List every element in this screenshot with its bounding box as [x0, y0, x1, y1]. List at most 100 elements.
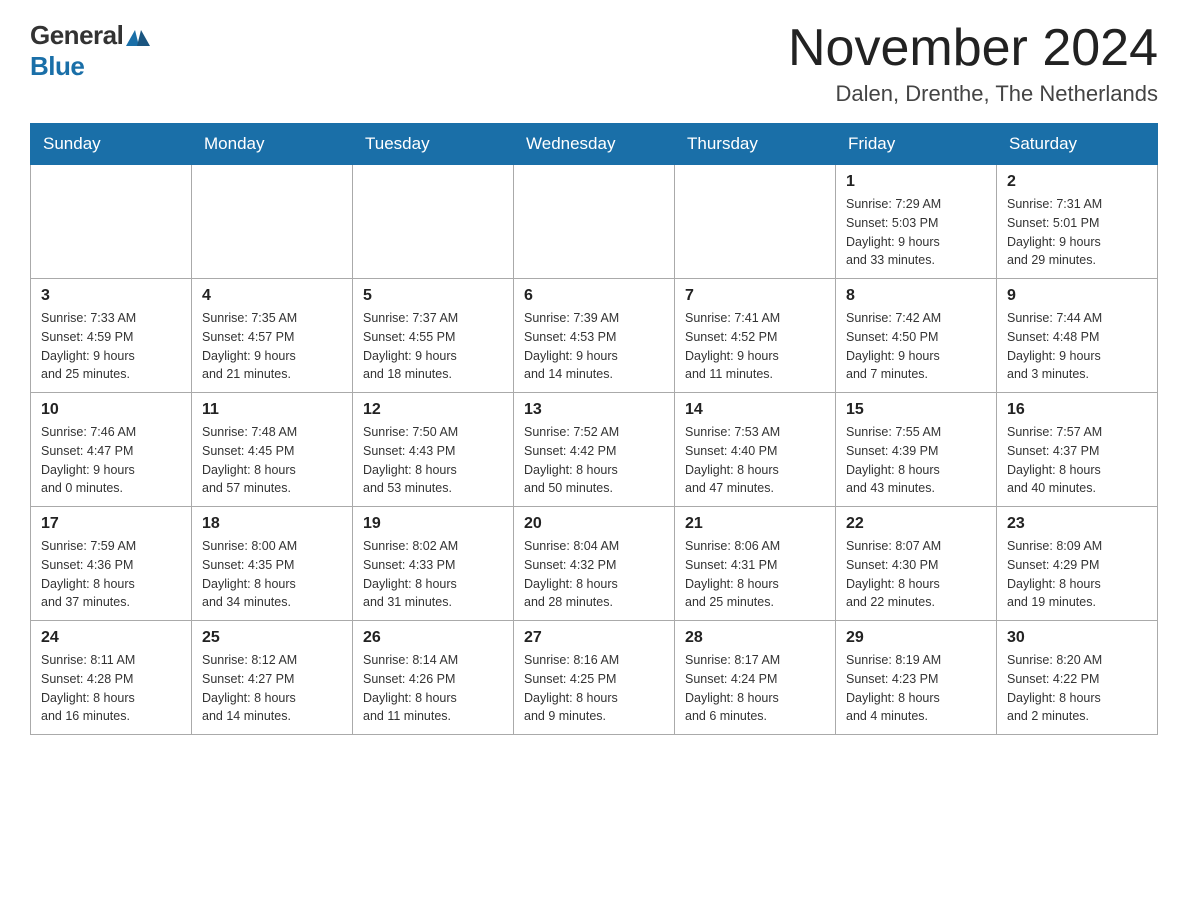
day-info: Sunrise: 7:55 AM Sunset: 4:39 PM Dayligh…: [846, 423, 986, 498]
day-info: Sunrise: 7:59 AM Sunset: 4:36 PM Dayligh…: [41, 537, 181, 612]
calendar-week-row: 17 Sunrise: 7:59 AM Sunset: 4:36 PM Dayli…: [31, 507, 1158, 621]
calendar-day-cell: 6Sunrise: 7:39 AM Sunset: 4:53 PM Daylig…: [514, 279, 675, 393]
day-info: Sunrise: 8:16 AM Sunset: 4:25 PM Dayligh…: [524, 651, 664, 726]
day-info: Sunrise: 7:35 AM Sunset: 4:57 PM Dayligh…: [202, 309, 342, 384]
calendar-day-cell: 8Sunrise: 7:42 AM Sunset: 4:50 PM Daylig…: [836, 279, 997, 393]
calendar-day-header: Saturday: [997, 124, 1158, 165]
calendar-day-cell: 28 Sunrise: 8:17 AM Sunset: 4:24 PM Dayli…: [675, 621, 836, 735]
day-info: Sunrise: 7:50 AM Sunset: 4:43 PM Dayligh…: [363, 423, 503, 498]
calendar-day-cell: 18 Sunrise: 8:00 AM Sunset: 4:35 PM Dayli…: [192, 507, 353, 621]
calendar-day-cell: [31, 165, 192, 279]
day-info: Sunrise: 7:57 AM Sunset: 4:37 PM Dayligh…: [1007, 423, 1147, 498]
calendar-day-cell: 14 Sunrise: 7:53 AM Sunset: 4:40 PM Dayli…: [675, 393, 836, 507]
calendar-day-cell: 3 Sunrise: 7:33 AM Sunset: 4:59 PM Daylig…: [31, 279, 192, 393]
calendar-day-cell: 5 Sunrise: 7:37 AM Sunset: 4:55 PM Daylig…: [353, 279, 514, 393]
day-number: 23: [1007, 515, 1147, 533]
day-number: 17: [41, 515, 181, 533]
day-number: 9: [1007, 287, 1147, 305]
calendar-day-cell: 16 Sunrise: 7:57 AM Sunset: 4:37 PM Dayli…: [997, 393, 1158, 507]
day-info: Sunrise: 8:12 AM Sunset: 4:27 PM Dayligh…: [202, 651, 342, 726]
day-info: Sunrise: 8:14 AM Sunset: 4:26 PM Dayligh…: [363, 651, 503, 726]
day-info: Sunrise: 8:04 AM Sunset: 4:32 PM Dayligh…: [524, 537, 664, 612]
day-number: 25: [202, 629, 342, 647]
calendar-day-cell: 13 Sunrise: 7:52 AM Sunset: 4:42 PM Dayli…: [514, 393, 675, 507]
calendar-day-header: Monday: [192, 124, 353, 165]
day-info: Sunrise: 7:46 AM Sunset: 4:47 PM Dayligh…: [41, 423, 181, 498]
day-number: 14: [685, 401, 825, 419]
calendar-day-cell: [514, 165, 675, 279]
calendar-day-cell: 10Sunrise: 7:46 AM Sunset: 4:47 PM Dayli…: [31, 393, 192, 507]
calendar-day-cell: 15 Sunrise: 7:55 AM Sunset: 4:39 PM Dayli…: [836, 393, 997, 507]
day-info: Sunrise: 7:53 AM Sunset: 4:40 PM Dayligh…: [685, 423, 825, 498]
day-number: 12: [363, 401, 503, 419]
calendar-day-cell: [192, 165, 353, 279]
calendar-day-cell: 23 Sunrise: 8:09 AM Sunset: 4:29 PM Dayli…: [997, 507, 1158, 621]
calendar-day-header: Friday: [836, 124, 997, 165]
calendar-day-cell: 12 Sunrise: 7:50 AM Sunset: 4:43 PM Dayli…: [353, 393, 514, 507]
calendar-day-cell: 19 Sunrise: 8:02 AM Sunset: 4:33 PM Dayli…: [353, 507, 514, 621]
day-number: 22: [846, 515, 986, 533]
calendar-week-row: 24 Sunrise: 8:11 AM Sunset: 4:28 PM Dayli…: [31, 621, 1158, 735]
day-info: Sunrise: 7:37 AM Sunset: 4:55 PM Dayligh…: [363, 309, 503, 384]
day-number: 28: [685, 629, 825, 647]
day-number: 26: [363, 629, 503, 647]
day-number: 27: [524, 629, 664, 647]
calendar-day-cell: 25 Sunrise: 8:12 AM Sunset: 4:27 PM Dayli…: [192, 621, 353, 735]
day-number: 8: [846, 287, 986, 305]
day-info: Sunrise: 7:31 AM Sunset: 5:01 PM Dayligh…: [1007, 195, 1147, 270]
calendar-day-header: Thursday: [675, 124, 836, 165]
day-number: 13: [524, 401, 664, 419]
calendar-day-cell: 17 Sunrise: 7:59 AM Sunset: 4:36 PM Dayli…: [31, 507, 192, 621]
logo: General Blue: [30, 20, 150, 82]
day-number: 1: [846, 173, 986, 191]
day-info: Sunrise: 7:48 AM Sunset: 4:45 PM Dayligh…: [202, 423, 342, 498]
day-info: Sunrise: 8:00 AM Sunset: 4:35 PM Dayligh…: [202, 537, 342, 612]
calendar-week-row: 3 Sunrise: 7:33 AM Sunset: 4:59 PM Daylig…: [31, 279, 1158, 393]
day-info: Sunrise: 7:29 AM Sunset: 5:03 PM Dayligh…: [846, 195, 986, 270]
day-info: Sunrise: 8:09 AM Sunset: 4:29 PM Dayligh…: [1007, 537, 1147, 612]
day-number: 4: [202, 287, 342, 305]
calendar-day-header: Sunday: [31, 124, 192, 165]
day-info: Sunrise: 8:02 AM Sunset: 4:33 PM Dayligh…: [363, 537, 503, 612]
calendar-day-cell: [353, 165, 514, 279]
day-info: Sunrise: 8:17 AM Sunset: 4:24 PM Dayligh…: [685, 651, 825, 726]
calendar-day-cell: 4 Sunrise: 7:35 AM Sunset: 4:57 PM Daylig…: [192, 279, 353, 393]
day-info: Sunrise: 7:52 AM Sunset: 4:42 PM Dayligh…: [524, 423, 664, 498]
location-text: Dalen, Drenthe, The Netherlands: [788, 81, 1158, 107]
day-number: 18: [202, 515, 342, 533]
day-info: Sunrise: 8:19 AM Sunset: 4:23 PM Dayligh…: [846, 651, 986, 726]
day-number: 15: [846, 401, 986, 419]
month-title: November 2024: [788, 20, 1158, 77]
day-number: 16: [1007, 401, 1147, 419]
day-info: Sunrise: 8:07 AM Sunset: 4:30 PM Dayligh…: [846, 537, 986, 612]
day-number: 3: [41, 287, 181, 305]
day-info: Sunrise: 7:33 AM Sunset: 4:59 PM Dayligh…: [41, 309, 181, 384]
day-info: Sunrise: 8:06 AM Sunset: 4:31 PM Dayligh…: [685, 537, 825, 612]
calendar-week-row: 10Sunrise: 7:46 AM Sunset: 4:47 PM Dayli…: [31, 393, 1158, 507]
day-number: 5: [363, 287, 503, 305]
calendar-day-cell: 2Sunrise: 7:31 AM Sunset: 5:01 PM Daylig…: [997, 165, 1158, 279]
logo-blue-text: Blue: [30, 51, 84, 82]
calendar-day-cell: 27 Sunrise: 8:16 AM Sunset: 4:25 PM Dayli…: [514, 621, 675, 735]
day-number: 24: [41, 629, 181, 647]
day-number: 20: [524, 515, 664, 533]
day-number: 21: [685, 515, 825, 533]
calendar-day-cell: 11 Sunrise: 7:48 AM Sunset: 4:45 PM Dayli…: [192, 393, 353, 507]
title-area: November 2024 Dalen, Drenthe, The Nether…: [788, 20, 1158, 107]
calendar-day-cell: 24 Sunrise: 8:11 AM Sunset: 4:28 PM Dayli…: [31, 621, 192, 735]
day-number: 11: [202, 401, 342, 419]
calendar-day-cell: 9 Sunrise: 7:44 AM Sunset: 4:48 PM Daylig…: [997, 279, 1158, 393]
day-number: 29: [846, 629, 986, 647]
day-number: 19: [363, 515, 503, 533]
calendar-week-row: 1 Sunrise: 7:29 AM Sunset: 5:03 PM Daylig…: [31, 165, 1158, 279]
calendar-day-cell: 30Sunrise: 8:20 AM Sunset: 4:22 PM Dayli…: [997, 621, 1158, 735]
day-info: Sunrise: 8:11 AM Sunset: 4:28 PM Dayligh…: [41, 651, 181, 726]
calendar-day-cell: 7 Sunrise: 7:41 AM Sunset: 4:52 PM Daylig…: [675, 279, 836, 393]
calendar-day-cell: 26 Sunrise: 8:14 AM Sunset: 4:26 PM Dayli…: [353, 621, 514, 735]
day-info: Sunrise: 7:39 AM Sunset: 4:53 PM Dayligh…: [524, 309, 664, 384]
calendar-day-cell: 21 Sunrise: 8:06 AM Sunset: 4:31 PM Dayli…: [675, 507, 836, 621]
day-number: 7: [685, 287, 825, 305]
calendar-day-header: Tuesday: [353, 124, 514, 165]
day-info: Sunrise: 7:41 AM Sunset: 4:52 PM Dayligh…: [685, 309, 825, 384]
day-info: Sunrise: 7:44 AM Sunset: 4:48 PM Dayligh…: [1007, 309, 1147, 384]
